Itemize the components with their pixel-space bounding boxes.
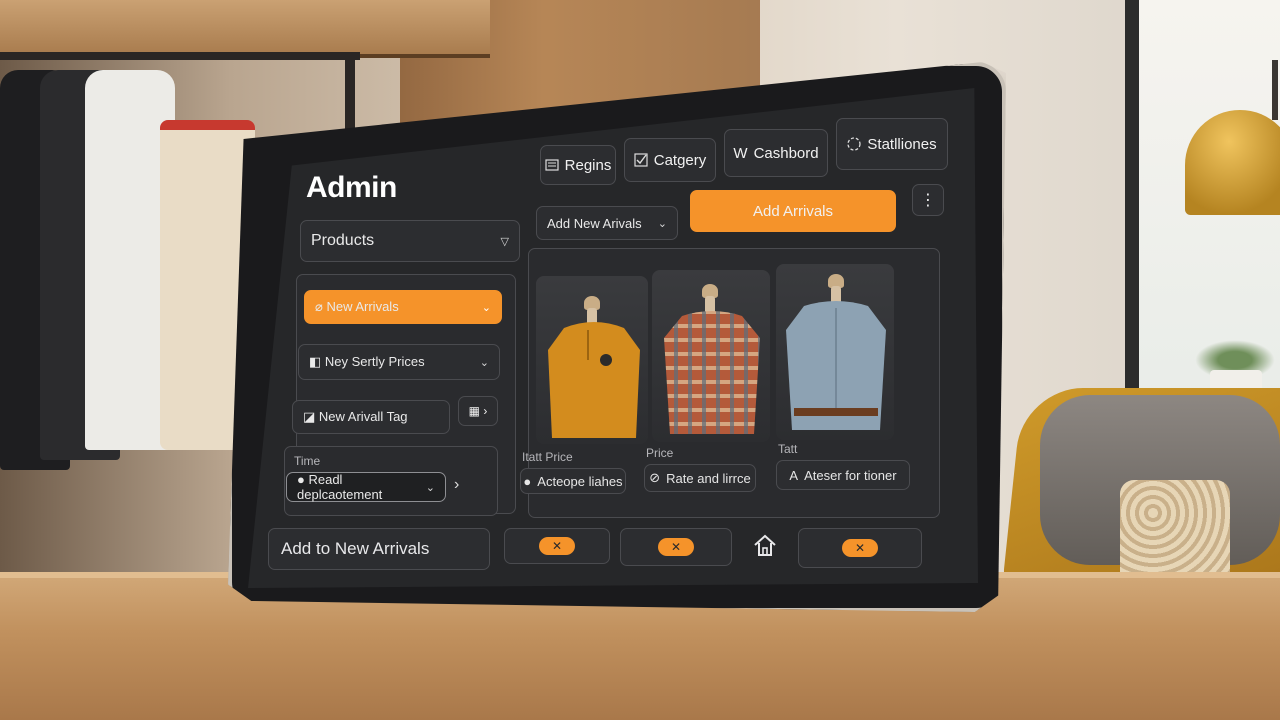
slash-icon: ⊘ — [649, 470, 661, 485]
product-action-label-3: Ateser for tioner — [804, 467, 897, 483]
action-button-2[interactable]: ✕ — [620, 528, 732, 566]
filter-sertly-prices[interactable]: ◧ Ney Sertly Prices ⌄ — [298, 344, 500, 380]
kebab-menu-icon[interactable]: ⋮ — [912, 184, 944, 216]
nav-statlliones-label: Statlliones — [867, 135, 937, 153]
filter-new-arrivals-label: ⌀ New Arrivals — [315, 299, 399, 314]
page-title: Admin — [306, 171, 397, 204]
close-icon: ✕ — [842, 539, 878, 557]
product-action-label-1: Acteope liahes — [537, 473, 623, 489]
denim-shirt-image — [786, 301, 886, 430]
products-dropdown[interactable]: Products ▽ — [300, 220, 520, 262]
list-icon — [545, 158, 559, 172]
nav-cashbord-button[interactable]: W Cashbord — [724, 129, 828, 177]
nav-statlliones-button[interactable]: Statlliones — [836, 118, 948, 170]
chevron-down-icon: ⌄ — [479, 356, 489, 369]
close-icon: ✕ — [658, 538, 694, 556]
background-shelf — [0, 0, 490, 58]
nav-regins-label: Regins — [564, 156, 612, 174]
products-label: Products — [311, 232, 375, 249]
w-logo-icon: W — [733, 144, 748, 162]
nav-regins-button[interactable]: Regins — [540, 145, 616, 185]
filter-sertly-prices-label: ◧ Ney Sertly Prices — [309, 354, 425, 369]
filter-new-arrivals[interactable]: ⌀ New Arrivals ⌄ — [304, 290, 502, 324]
time-select[interactable]: ● Readl deplcaotement ⌄ — [286, 472, 446, 502]
action-button-3[interactable]: ✕ — [798, 528, 922, 568]
clothing-rail — [0, 52, 360, 60]
action-button-1[interactable]: ✕ — [504, 528, 610, 564]
product-field-label-3: Tatt — [778, 442, 798, 456]
add-new-arrivals-select[interactable]: Add New Arivals ⌄ — [536, 206, 678, 240]
time-label: Time — [294, 454, 321, 468]
checkbox-icon — [634, 153, 648, 167]
filter-new-arrival-tag-label: ◪ New Arivall Tag — [303, 409, 408, 424]
chevron-right-icon[interactable]: › — [454, 476, 459, 494]
dot-icon: ● — [297, 472, 309, 487]
clothing-rail-post — [345, 52, 355, 132]
home-icon[interactable] — [752, 532, 778, 563]
plaid-shirt-image — [664, 311, 760, 434]
product-action-button-1[interactable]: ● Acteope liahes — [520, 468, 626, 494]
tag-icon: ◪ — [303, 409, 319, 424]
lamp-rod — [1272, 60, 1278, 120]
nav-category-button[interactable]: Catgery — [624, 138, 716, 182]
product-field-label-1: Itatt Price — [522, 450, 573, 464]
tablet-screen: Admin Regins Catgery W Cashbord Statllio… — [248, 88, 978, 588]
grid-arrow-icon[interactable]: ▦ › — [458, 396, 498, 426]
close-icon: ✕ — [539, 537, 575, 555]
a-icon: A — [789, 467, 799, 483]
circle-dashed-icon — [847, 137, 862, 151]
product-card-denim-shirt[interactable] — [776, 264, 894, 440]
chevron-down-icon: ▽ — [500, 235, 509, 248]
dot-icon: ● — [523, 473, 532, 489]
product-action-label-2: Rate and lirrce — [666, 470, 751, 486]
nav-category-label: Catgery — [653, 151, 707, 169]
add-to-new-arrivals-button[interactable]: Add to New Arrivals — [268, 528, 490, 570]
tag-icon: ⌀ — [315, 299, 327, 314]
add-arrivals-button[interactable]: Add Arrivals — [690, 190, 896, 232]
toggle-icon: ◧ — [309, 354, 325, 369]
product-action-button-3[interactable]: A Ateser for tioner — [776, 460, 910, 490]
hoodie-image — [548, 322, 640, 438]
chevron-down-icon: ⌄ — [657, 217, 667, 230]
product-action-button-2[interactable]: ⊘ Rate and lirrce — [644, 464, 756, 492]
product-field-label-2: Price — [646, 446, 674, 460]
product-card-hoodie[interactable] — [536, 276, 648, 444]
filter-new-arrival-tag[interactable]: ◪ New Arivall Tag — [292, 400, 450, 434]
time-select-label: ● Readl deplcaotement — [297, 472, 383, 502]
product-card-plaid-shirt[interactable] — [652, 270, 770, 442]
chevron-down-icon: ⌄ — [481, 301, 491, 314]
chevron-down-icon: ⌄ — [425, 481, 435, 494]
add-new-arrivals-select-label: Add New Arivals — [547, 215, 642, 231]
nav-cashbord-label: Cashbord — [753, 144, 819, 162]
